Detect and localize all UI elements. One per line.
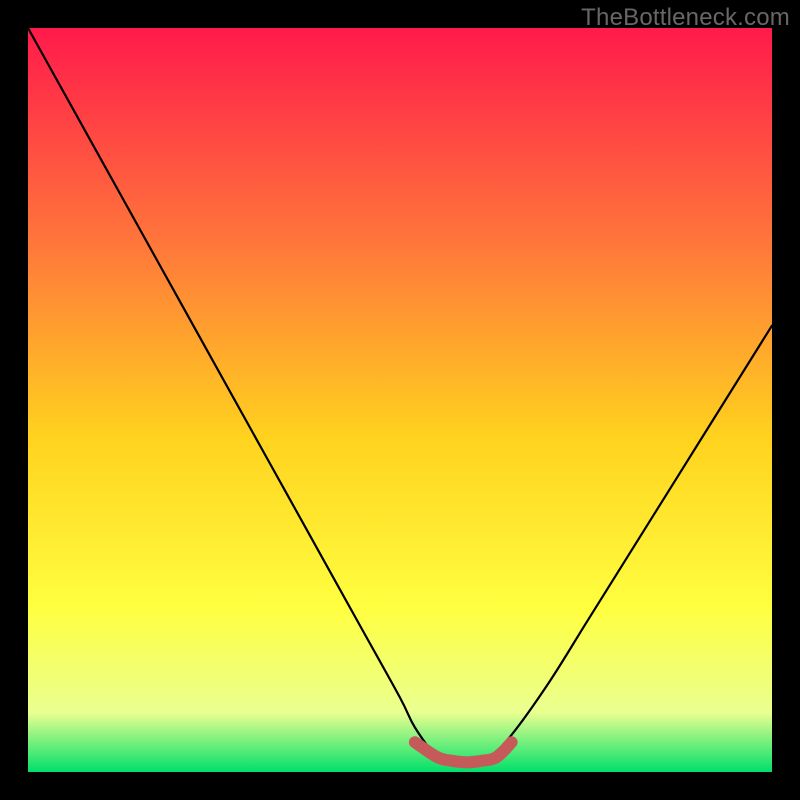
chart-frame: TheBottleneck.com [0,0,800,800]
bottleneck-curve-plot [0,0,800,800]
watermark-text: TheBottleneck.com [581,4,790,32]
plot-gradient-background [28,28,772,772]
